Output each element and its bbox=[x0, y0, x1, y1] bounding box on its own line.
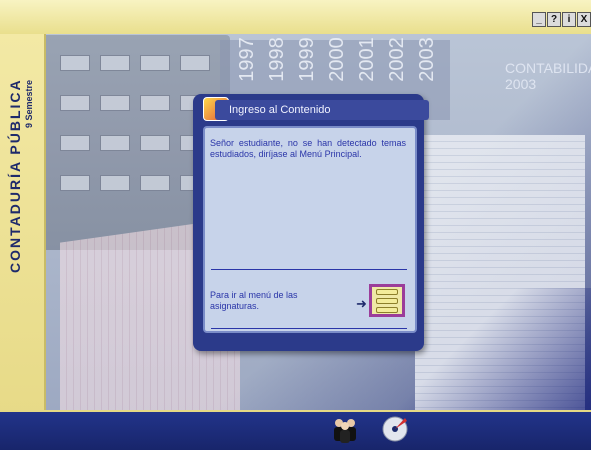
top-bar bbox=[0, 0, 591, 34]
users-icon[interactable] bbox=[330, 410, 360, 448]
help-button[interactable]: ? bbox=[547, 12, 561, 27]
menu-button[interactable] bbox=[369, 284, 405, 317]
menu-line bbox=[376, 297, 398, 304]
watermark-text: CONTABILIDAD 2003 bbox=[505, 60, 591, 92]
year-label: 1997 bbox=[235, 37, 258, 82]
sidebar-title: CONTADURÍA PÚBLICA bbox=[7, 78, 23, 273]
disc-icon[interactable] bbox=[380, 410, 410, 448]
year-label: 1999 bbox=[295, 37, 318, 82]
window-controls: _ ? i X bbox=[532, 12, 591, 27]
menu-line bbox=[376, 306, 398, 313]
menu-line bbox=[376, 288, 398, 295]
info-button[interactable]: i bbox=[562, 12, 576, 27]
arrow-right-icon: ➜ bbox=[356, 296, 367, 311]
year-label: 2003 bbox=[415, 37, 438, 82]
dialog-title: Ingreso al Contenido bbox=[215, 100, 429, 120]
divider bbox=[211, 328, 407, 329]
sidebar-subtitle: 9 Semestre bbox=[24, 79, 34, 128]
year-label: 2000 bbox=[325, 37, 348, 82]
close-button[interactable]: X bbox=[577, 12, 591, 27]
dialog-window: Ingreso al Contenido Señor estudiante, n… bbox=[193, 94, 429, 351]
divider bbox=[211, 269, 407, 270]
dialog-message: Señor estudiante, no se han detectado te… bbox=[210, 138, 406, 159]
bottom-bar bbox=[0, 410, 591, 450]
year-label: 1998 bbox=[265, 37, 288, 82]
year-label: 2001 bbox=[355, 37, 378, 82]
menu-prompt: Para ir al menú de las asignaturas. bbox=[210, 290, 298, 311]
minimize-button[interactable]: _ bbox=[532, 12, 546, 27]
year-label: 2002 bbox=[385, 37, 408, 82]
